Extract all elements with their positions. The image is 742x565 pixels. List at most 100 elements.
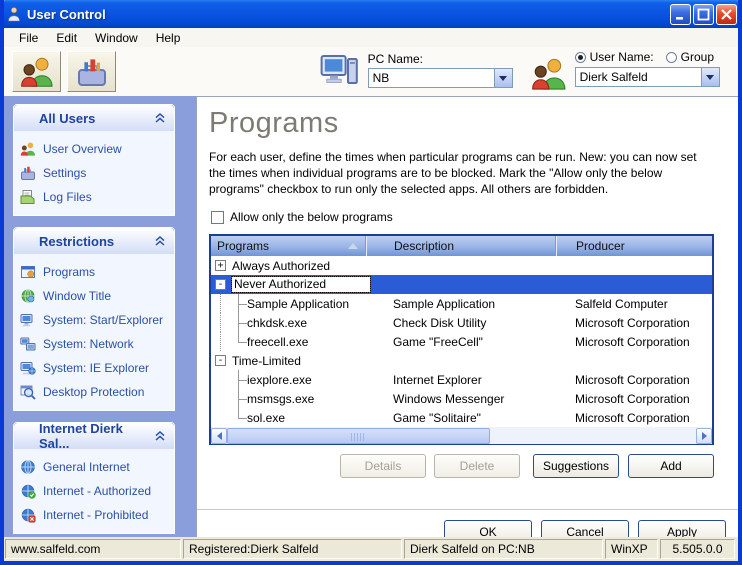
column-header-description[interactable]: Description: [366, 236, 556, 256]
table-header: Programs Description Producer: [211, 236, 712, 256]
collapse-minus-icon[interactable]: -: [215, 355, 226, 366]
scroll-right-icon[interactable]: [696, 428, 712, 444]
sidebar-item-programs[interactable]: Programs: [20, 260, 174, 284]
main-panel: Programs For each user, define the times…: [196, 96, 738, 537]
globe-block-icon: [20, 507, 36, 523]
collapse-minus-icon[interactable]: -: [215, 279, 226, 290]
menu-window[interactable]: Window: [86, 29, 147, 47]
sidebar-item-desktop-protection[interactable]: Desktop Protection: [20, 380, 174, 404]
table-row[interactable]: Sample Application Sample Application Sa…: [211, 294, 712, 313]
toolbox-toolbar-button[interactable]: [67, 51, 116, 92]
sidebar-item-general-internet[interactable]: General Internet: [20, 455, 174, 479]
sidebar-item-log-files[interactable]: Log Files: [20, 185, 174, 209]
table-row[interactable]: sol.exe Game "Solitaire" Microsoft Corpo…: [211, 408, 712, 427]
computer-globe-icon: [20, 360, 36, 376]
table-row[interactable]: iexplore.exe Internet Explorer Microsoft…: [211, 370, 712, 389]
user-name-radio-label: User Name:: [590, 50, 654, 64]
dialog-actions: OK Cancel Apply: [209, 520, 726, 537]
allow-only-checkbox[interactable]: [211, 211, 224, 224]
tree-branch: [211, 313, 247, 332]
add-button[interactable]: Add: [628, 454, 714, 478]
table-body: + Always Authorized - Never Authorized: [211, 256, 712, 427]
table-row[interactable]: msmsgs.exe Windows Messenger Microsoft C…: [211, 389, 712, 408]
pc-name-select[interactable]: NB: [368, 68, 513, 88]
magnifier-icon: [20, 384, 36, 400]
user-name-group: User Name: Group Dierk Salfeld: [531, 50, 726, 93]
scrollbar-track[interactable]: [227, 428, 696, 444]
tree-branch: [211, 389, 247, 408]
user-name-radio[interactable]: [575, 52, 586, 63]
sidebar: All Users User Overview Settings Log Fil…: [4, 96, 196, 537]
table-row-group[interactable]: + Always Authorized: [211, 256, 712, 275]
table-row-group[interactable]: - Time-Limited: [211, 351, 712, 370]
dropdown-arrow-icon[interactable]: [494, 69, 512, 87]
expand-plus-icon[interactable]: +: [215, 260, 226, 271]
tree-branch: [211, 332, 247, 351]
toolbox-icon: [20, 165, 36, 181]
apply-button[interactable]: Apply: [638, 520, 726, 537]
user-name-select[interactable]: Dierk Salfeld: [575, 67, 720, 87]
chevron-up-icon[interactable]: [154, 431, 166, 441]
group-radio[interactable]: [666, 52, 677, 63]
pc-name-label: PC Name:: [368, 52, 513, 66]
users-icon: [20, 141, 36, 157]
chevron-up-icon[interactable]: [154, 113, 166, 123]
titlebar[interactable]: User Control: [0, 0, 742, 28]
group-radio-label: Group: [681, 50, 714, 64]
close-button[interactable]: [716, 4, 737, 25]
delete-button: Delete: [434, 454, 520, 478]
status-registered: Registered:Dierk Salfeld: [183, 539, 402, 559]
tree-branch: [211, 370, 247, 389]
menu-help[interactable]: Help: [147, 29, 190, 47]
pc-name-group: PC Name: NB: [320, 52, 513, 91]
minimize-button[interactable]: [670, 4, 691, 25]
sidebar-item-settings[interactable]: Settings: [20, 161, 174, 185]
tree-branch: [211, 294, 247, 313]
sidebar-item-internet-authorized[interactable]: Internet - Authorized: [20, 479, 174, 503]
scroll-left-icon[interactable]: [211, 428, 227, 444]
section-header-all-users[interactable]: All Users: [14, 105, 174, 131]
sort-ascending-icon: [348, 243, 358, 249]
sidebar-item-system-start-explorer[interactable]: System: Start/Explorer: [20, 308, 174, 332]
page-title: Programs: [209, 107, 738, 140]
sidebar-item-system-network[interactable]: System: Network: [20, 332, 174, 356]
cancel-button[interactable]: Cancel: [541, 520, 629, 537]
menu-file[interactable]: File: [10, 29, 47, 47]
scrollbar-thumb[interactable]: [227, 428, 490, 444]
window-title: User Control: [27, 7, 668, 22]
app-person-icon: [6, 6, 22, 22]
allow-only-row: Allow only the below programs: [211, 210, 738, 224]
chevron-up-icon[interactable]: [154, 236, 166, 246]
status-user-pc: Dierk Salfeld on PC:NB: [404, 539, 603, 559]
ok-button[interactable]: OK: [444, 520, 532, 537]
sidebar-section-internet: Internet Dierk Sal... General Internet I…: [13, 422, 175, 534]
programs-table: Programs Description Producer +: [209, 234, 714, 445]
status-os: WinXP: [605, 539, 658, 559]
page-description: For each user, define the times when par…: [209, 149, 715, 197]
section-header-internet[interactable]: Internet Dierk Sal...: [14, 423, 174, 449]
sidebar-section-restrictions: Restrictions Programs Window Title Syste…: [13, 227, 175, 411]
users-toolbar-button[interactable]: [12, 51, 61, 92]
menu-edit[interactable]: Edit: [47, 29, 86, 47]
dropdown-arrow-icon[interactable]: [701, 68, 719, 86]
column-header-producer[interactable]: Producer: [556, 236, 712, 256]
section-header-restrictions[interactable]: Restrictions: [14, 228, 174, 254]
table-row-group-selected[interactable]: - Never Authorized: [211, 275, 712, 294]
globe-icon: [20, 459, 36, 475]
column-header-programs[interactable]: Programs: [211, 236, 366, 256]
sidebar-item-window-title[interactable]: Window Title: [20, 284, 174, 308]
suggestions-button[interactable]: Suggestions: [533, 454, 619, 478]
status-website: www.salfeld.com: [5, 539, 181, 559]
sidebar-item-system-ie-explorer[interactable]: System: IE Explorer: [20, 356, 174, 380]
sidebar-item-user-overview[interactable]: User Overview: [20, 137, 174, 161]
table-row[interactable]: freecell.exe Game "FreeCell" Microsoft C…: [211, 332, 712, 351]
table-row[interactable]: chkdsk.exe Check Disk Utility Microsoft …: [211, 313, 712, 332]
app-window-icon: [20, 264, 36, 280]
horizontal-scrollbar[interactable]: [211, 427, 712, 444]
menubar: File Edit Window Help: [4, 28, 738, 47]
pc-computer-icon: [320, 52, 360, 91]
details-button: Details: [340, 454, 426, 478]
table-actions: Details Delete Suggestions Add: [209, 454, 714, 478]
maximize-button[interactable]: [693, 4, 714, 25]
sidebar-item-internet-prohibited[interactable]: Internet - Prohibited: [20, 503, 174, 527]
